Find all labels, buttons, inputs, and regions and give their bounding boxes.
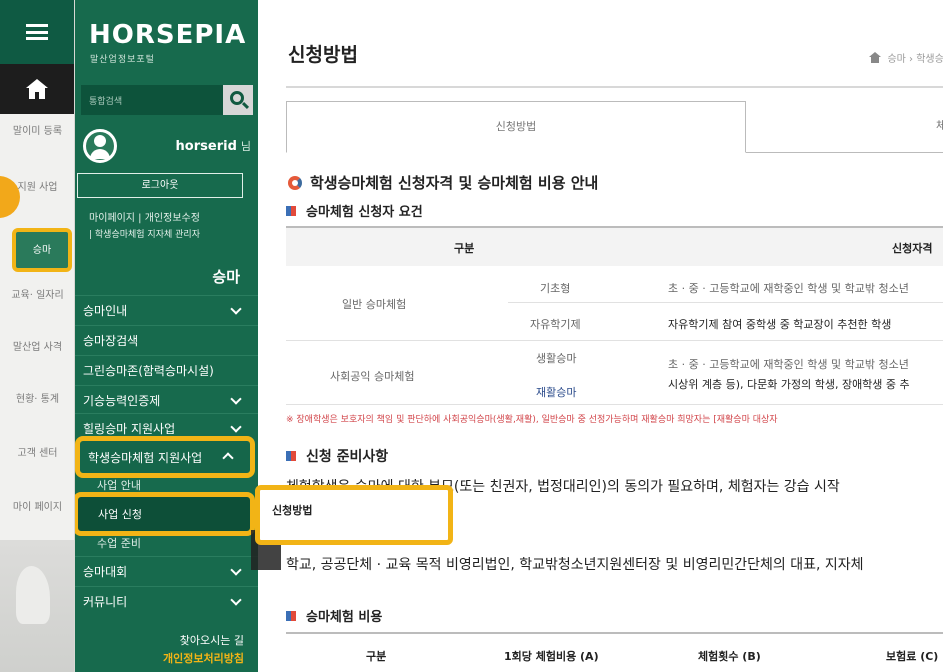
desc-rehab: 시상위 계층 등), 다문화 가정의 학생, 장애학생 중 추 — [668, 378, 910, 391]
side-navigation: HORSEPIA 말산업정보포털 통합검색 horserid 님 로그아웃 마이… — [75, 0, 258, 672]
chevron-up-icon — [222, 452, 234, 464]
fee-header-category: 구분 — [366, 650, 387, 663]
nav-item-competition[interactable]: 승마대회 — [75, 556, 258, 586]
disability-note: ※ 장애학생은 보호자의 책임 및 판단하에 사회공익승마(생활,재활), 일반… — [286, 415, 778, 425]
rail-item-industry[interactable]: 말산업 사격 — [0, 340, 74, 355]
icon-rail: 말이미 등록 지원 사업 승마 교육· 일자리 말산업 사격 현황· 통계 고객… — [0, 0, 75, 672]
home-icon[interactable] — [0, 64, 74, 114]
admin-link[interactable]: | 학생승마체험 지자체 관리자 — [89, 227, 200, 240]
nav-item-community[interactable]: 커뮤니티 — [75, 586, 258, 616]
nav-item-label: 그린승마존(함력승마시설) — [83, 364, 214, 378]
rail-item-riding[interactable]: 승마 — [12, 228, 72, 272]
preparation-title: 신청 준비사항 — [306, 449, 389, 465]
header-eligibility: 신청자격 — [892, 242, 933, 255]
type-free-semester: 자유학기제 — [530, 318, 581, 331]
bullet-icon — [286, 610, 296, 621]
section-heading: 학생승마체험 신청자격 및 승마체험 비용 안내 — [288, 172, 598, 193]
home-icon[interactable] — [869, 52, 882, 63]
search-box[interactable]: 통합검색 — [81, 85, 253, 115]
row-divider — [508, 302, 943, 303]
nav-item-label: 승마장검색 — [83, 334, 139, 348]
nav-item-riding-guide[interactable]: 승마인내 — [75, 295, 258, 325]
type-basic: 기초형 — [540, 282, 571, 295]
fee-table-top-border — [286, 632, 943, 634]
fee-header-count: 체험횟수 (B) — [698, 650, 761, 663]
application-method-popup[interactable]: 신청방법 — [255, 485, 453, 545]
table-bottom-border — [286, 404, 943, 405]
desc-basic: 초 · 중 · 고등학교에 재학중인 학생 및 학교밖 청소년 — [668, 282, 909, 295]
rail-item-customer[interactable]: 고객 센터 — [0, 446, 74, 461]
chevron-down-icon — [230, 421, 242, 433]
rail-item-horse-registration[interactable]: 말이미 등록 — [0, 124, 74, 139]
bullet-icon — [286, 451, 296, 461]
requirements-heading: 승마체험 신청자 요건 — [286, 201, 423, 220]
site-logo[interactable]: HORSEPIA — [89, 20, 246, 50]
bullet-icon — [286, 205, 296, 216]
breadcrumb-text[interactable]: 승마 › 학생승마 — [887, 50, 943, 65]
chevron-down-icon — [230, 303, 242, 315]
nav-item-label: 승마대회 — [83, 565, 128, 579]
directions-link[interactable]: 찾아오시는 길 — [163, 632, 244, 650]
fee-title: 승마체험 비용 — [306, 610, 383, 625]
main-content: 신청방법 승마 › 학생승마 신청방법 체 학생승마체험 신청자격 및 승마체험… — [258, 0, 943, 672]
nav-item-label: 승마인내 — [83, 304, 128, 318]
logout-button[interactable]: 로그아웃 — [77, 173, 243, 198]
type-lifestyle: 생활승마 — [536, 352, 577, 365]
nav-item-label: 힐링승마 지원사업 — [83, 422, 176, 436]
nav-item-certification[interactable]: 기승능력인증제 — [75, 385, 258, 415]
row-divider — [286, 340, 943, 341]
table-header-row: 구분 신청자격 — [286, 228, 943, 266]
nav-item-label: 학생승마체험 지원사업 — [88, 450, 203, 465]
user-avatar-icon — [83, 129, 117, 163]
account-links[interactable]: 마이페이지 | 개인정보수정 — [89, 209, 200, 224]
search-input[interactable]: 통합검색 — [81, 94, 223, 107]
group-social: 사회공익 승마체험 — [330, 370, 415, 383]
fee-header-cost: 1회당 체험비용 (A) — [504, 650, 599, 663]
chevron-down-icon — [230, 393, 242, 405]
username: horserid — [175, 138, 237, 154]
header-category: 구분 — [454, 242, 475, 255]
breadcrumb: 승마 › 학생승마 — [869, 50, 943, 65]
sub-item-class-prep[interactable]: 수업 준비 — [83, 530, 253, 556]
fee-heading: 승마체험 비용 — [286, 606, 382, 625]
type-rehab: 재활승마 — [536, 386, 577, 399]
privacy-link[interactable]: 개인정보처리방침 — [163, 650, 244, 668]
section-bullet-icon — [288, 175, 302, 190]
chevron-down-icon — [230, 594, 242, 606]
search-icon[interactable] — [223, 85, 253, 115]
title-divider — [286, 86, 943, 88]
fee-header-insurance: 보험료 (C) — [886, 650, 939, 663]
logo-subtitle: 말산업정보포털 — [90, 55, 155, 65]
page-title: 신청방법 — [288, 44, 358, 66]
section-title: 학생승마체험 신청자격 및 승마체험 비용 안내 — [310, 174, 599, 192]
tab-bar: 신청방법 체 — [286, 101, 943, 153]
desc-lifestyle: 초 · 중 · 고등학교에 재학중인 학생 및 학교밖 청소년 — [668, 358, 909, 371]
tab-next[interactable]: 체 — [936, 101, 943, 151]
username-suffix: 님 — [240, 140, 251, 153]
preparation-heading: 신청 준비사항 — [286, 446, 388, 466]
nav-item-riding-search[interactable]: 승마장검색 — [75, 325, 258, 355]
user-info: horserid 님 — [83, 128, 251, 164]
rail-item-stats[interactable]: 현황· 통계 — [0, 392, 74, 407]
popup-label[interactable]: 신청방법 — [272, 502, 312, 518]
hamburger-menu-icon[interactable] — [0, 0, 74, 64]
desc-free-semester: 자유학기제 참여 중학생 중 학교장이 추천한 학생 — [668, 318, 892, 331]
nav-item-green-zone[interactable]: 그린승마존(함력승마시설) — [75, 355, 258, 385]
horse-illustration — [0, 540, 74, 672]
rail-item-mypage[interactable]: 마이 페이지 — [0, 500, 74, 515]
nav-item-label: 커뮤니티 — [83, 595, 128, 609]
preparation-text-2: 학교, 공공단체 · 교육 목적 비영리법인, 학교밖청소년지원센터장 및 비영… — [286, 557, 864, 573]
nav-section-title: 승마 — [212, 268, 240, 286]
requirements-title: 승마체험 신청자 요건 — [306, 205, 423, 220]
nav-footer: 찾아오시는 길 개인정보처리방침 — [163, 632, 244, 668]
group-general: 일반 승마체험 — [342, 298, 407, 311]
nav-item-label: 기승능력인증제 — [83, 394, 161, 408]
rail-item-education[interactable]: 교육· 일자리 — [0, 288, 74, 303]
chevron-down-icon — [230, 564, 242, 576]
tab-application-method[interactable]: 신청방법 — [286, 101, 746, 153]
